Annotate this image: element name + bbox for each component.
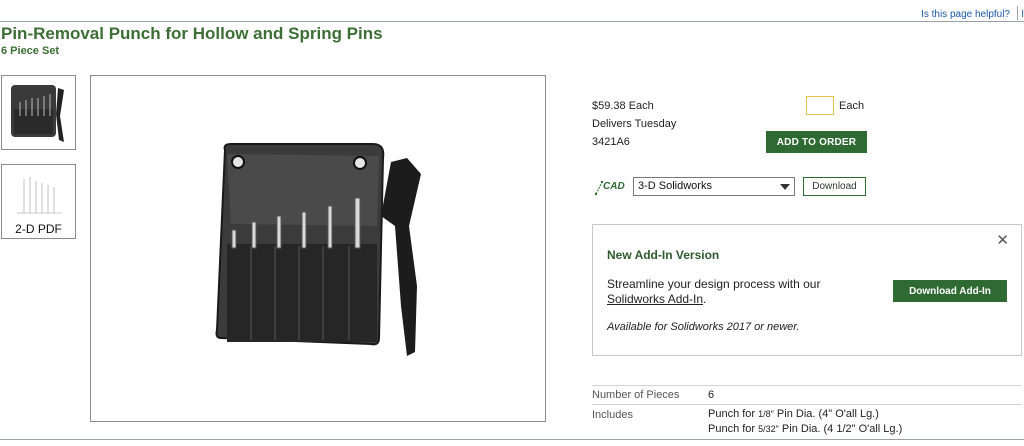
cad-format-select[interactable]: 3-D Solidworks <box>633 177 795 196</box>
cad-icon: CAD <box>594 180 625 196</box>
quantity-input[interactable] <box>806 96 834 115</box>
spec-value-pieces: 6 <box>708 389 715 401</box>
product-subtitle: 6 Piece Set <box>1 45 60 57</box>
addin-promo-panel: ✕ New Add-In Version Streamline your des… <box>592 224 1022 356</box>
price-each: $59.38 Each <box>592 100 654 112</box>
page-helpful-link[interactable]: Is this page helpful? <box>921 9 1010 20</box>
includes-line-1: Punch for 1/8" Pin Dia. (4" O'all Lg.) <box>708 408 879 420</box>
product-title: Pin-Removal Punch for Hollow and Spring … <box>1 24 383 43</box>
order-info: $59.38 Each Delivers Tuesday 3421A6 <box>592 97 676 151</box>
punch-set-pouch-image <box>215 143 421 356</box>
quantity-unit: Each <box>839 100 865 112</box>
cad-format-value: 3-D Solidworks <box>638 180 712 192</box>
drawing-thumbnail-image <box>17 177 62 214</box>
includes-line-2: Punch for 5/32" Pin Dia. (4 1/2" O'all L… <box>708 423 903 435</box>
footer-rule <box>0 439 1024 440</box>
thumbnail-photo[interactable] <box>1 75 76 150</box>
addin-title: New Add-In Version <box>607 248 720 262</box>
chevron-down-icon <box>780 184 790 190</box>
addin-link-tail: . <box>703 292 707 306</box>
cad-download-button[interactable]: Download <box>803 177 866 196</box>
download-addin-button[interactable]: Download Add-In <box>893 280 1007 302</box>
main-product-image <box>90 75 546 422</box>
addin-line1: Streamline your design process with our <box>607 277 821 291</box>
spec-label-includes: Includes <box>592 409 633 421</box>
spec-label-pieces: Number of Pieces <box>592 389 680 401</box>
spec-divider <box>592 385 1022 386</box>
addin-description: Streamline your design process with our … <box>607 277 820 307</box>
pouch-thumbnail-image <box>11 85 64 142</box>
thumbnail-pdf-caption: 2-D PDF <box>15 222 62 236</box>
add-to-order-button[interactable]: ADD TO ORDER <box>766 131 867 153</box>
addin-compat-note: Available for Solidworks 2017 or newer. <box>607 321 800 333</box>
solidworks-addin-link[interactable]: Solidworks Add-In <box>607 292 703 306</box>
spec-divider <box>592 404 1022 405</box>
delivery-estimate: Delivers Tuesday <box>592 118 677 130</box>
header-rule <box>0 21 1024 22</box>
part-number: 3421A6 <box>592 136 630 148</box>
close-icon[interactable]: ✕ <box>996 231 1009 249</box>
thumbnail-2d-pdf[interactable]: 2-D PDF <box>1 164 76 239</box>
header-divider <box>1017 6 1018 20</box>
cad-icon-label: CAD <box>603 181 625 192</box>
